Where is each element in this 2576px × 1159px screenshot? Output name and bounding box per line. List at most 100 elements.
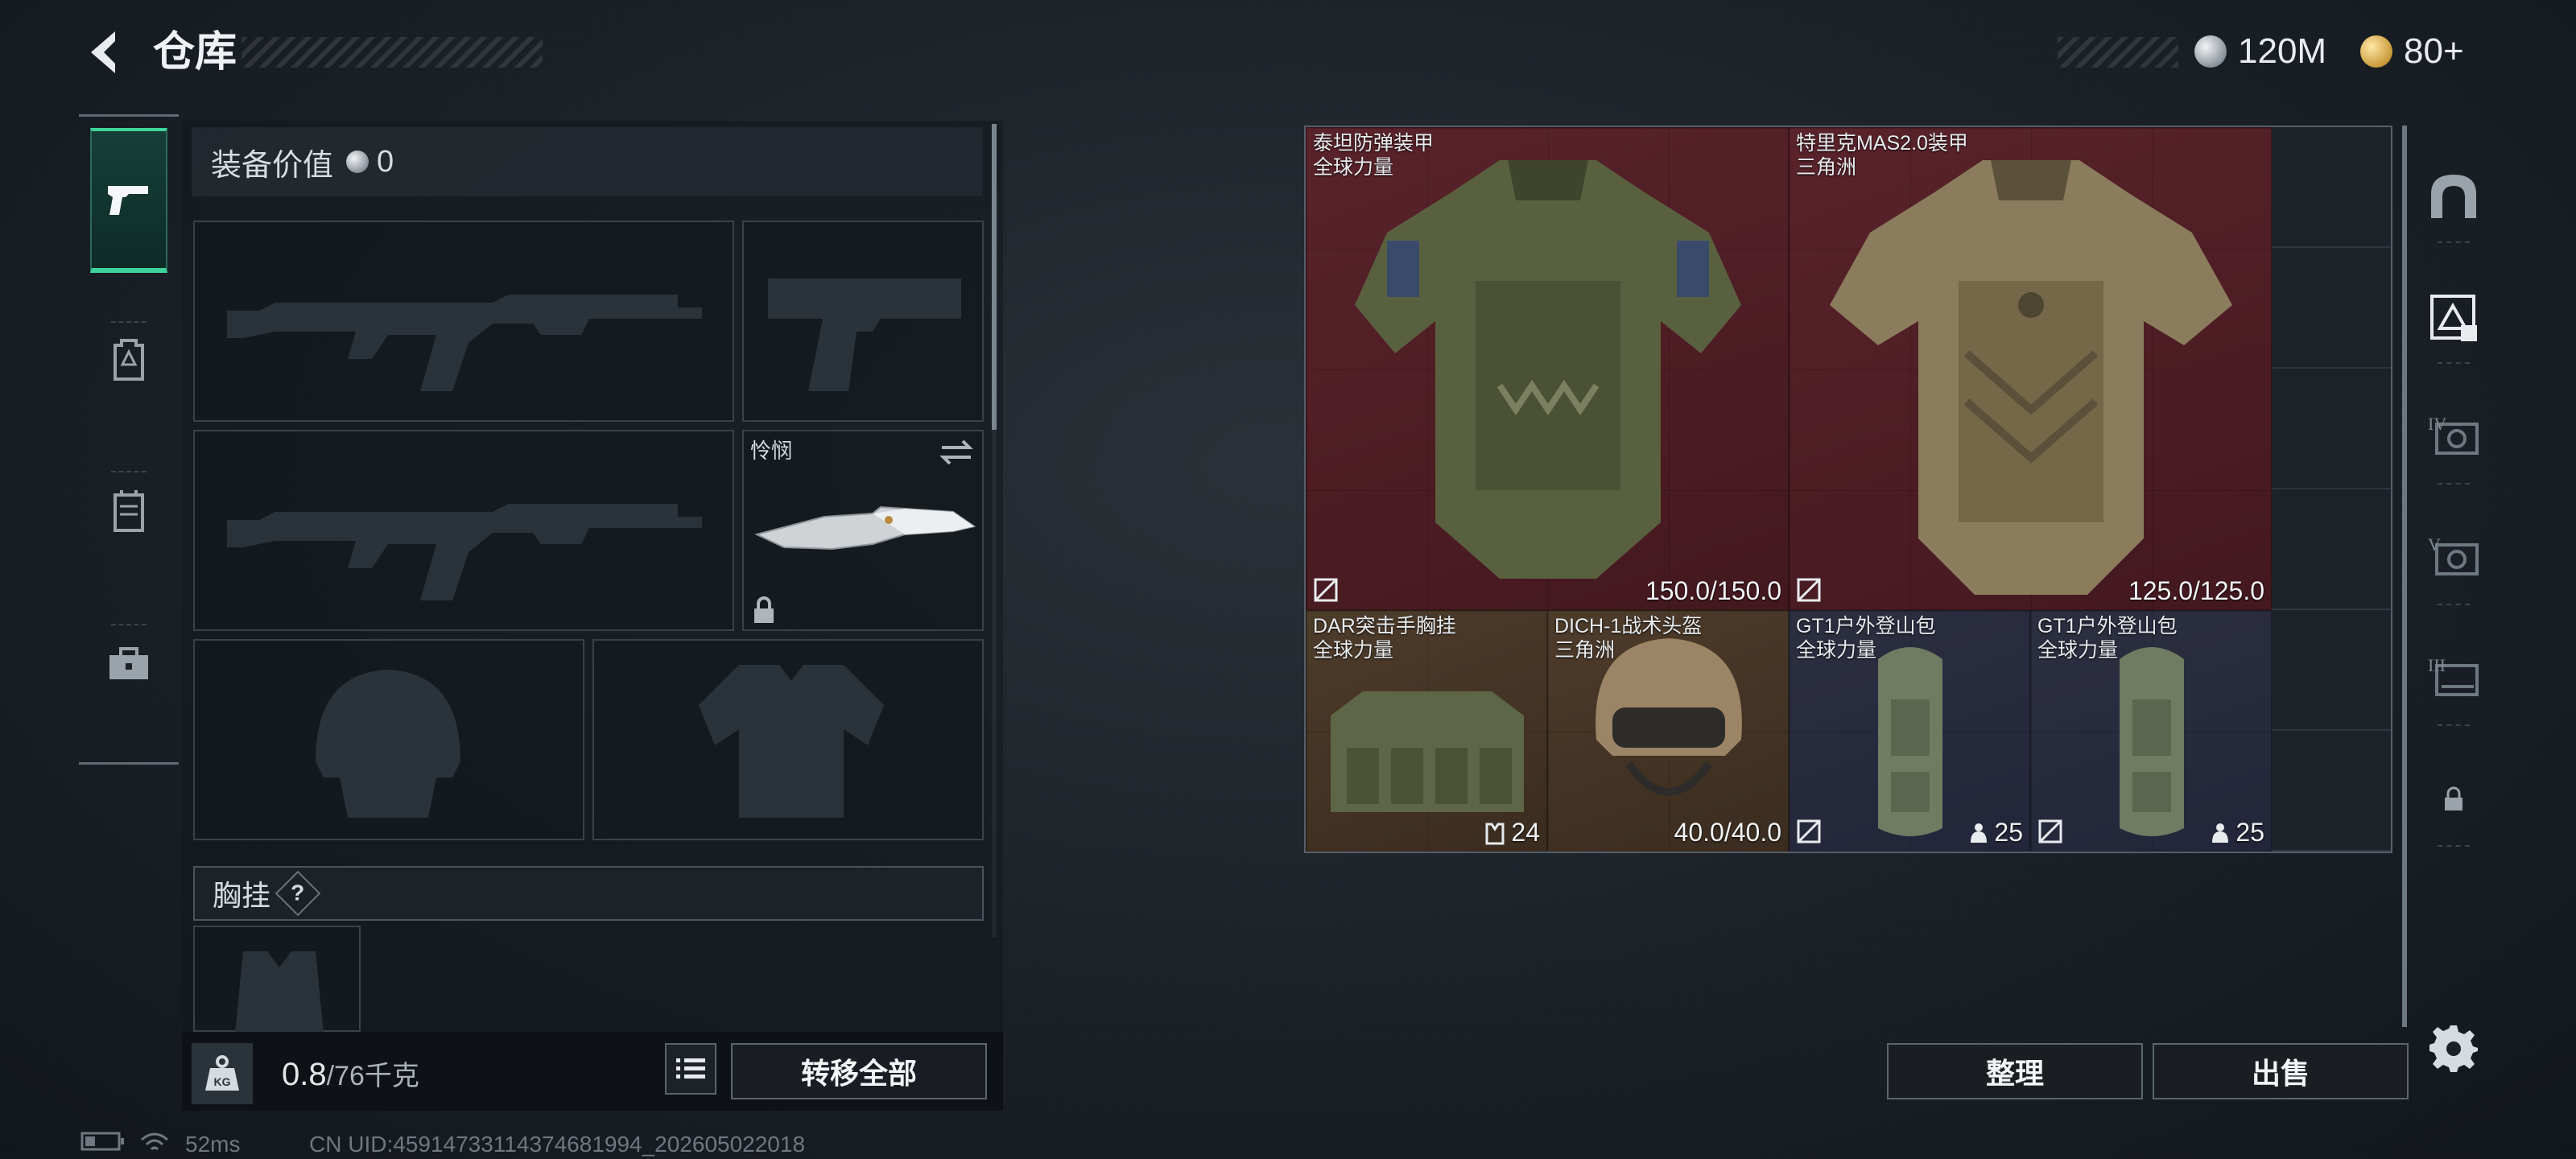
melee-slot[interactable]: 怜悯 — [742, 430, 984, 631]
stash-item-titan-armor[interactable]: 泰坦防弹装甲 全球力量 150.0/150.0 — [1306, 127, 1789, 610]
lock-icon — [754, 596, 774, 623]
title-decoration — [242, 37, 543, 68]
armor-vault-icon — [2431, 175, 2476, 218]
loadout-tab-rail — [79, 114, 179, 765]
backpack-icon — [1878, 647, 1942, 836]
transfer-all-button[interactable]: 转移全部 — [731, 1043, 987, 1099]
wifi-indicator — [138, 1130, 171, 1159]
stash-scrollbar[interactable] — [2402, 126, 2407, 1027]
bag-capacity-icon — [1971, 823, 1988, 843]
battery-indicator — [80, 1130, 126, 1159]
weight-max: /76千克 — [326, 1061, 419, 1091]
page-title: 仓库 — [153, 29, 237, 76]
backpack-icon — [2120, 647, 2184, 836]
item-durability: 150.0/150.0 — [1645, 576, 1781, 605]
equipment-scrollbar[interactable] — [992, 124, 997, 937]
stash-grid: 泰坦防弹装甲 全球力量 150.0/150.0 特里克MAS2.0装甲 三角洲 12… — [1304, 126, 2392, 853]
gold-amount: 80+ — [2404, 31, 2464, 71]
battery-icon — [80, 1132, 124, 1151]
stash-tab-tier-3[interactable]: III — [2415, 618, 2492, 739]
tab-chest-rig[interactable] — [90, 439, 167, 584]
silver-amount: 120M — [2238, 31, 2327, 71]
primary-weapon-slot[interactable] — [193, 221, 734, 422]
chest-rig-section-title: 胸挂 ? — [193, 866, 984, 921]
stash-tab-rail: IV V III — [2415, 121, 2492, 1054]
helmet-slot[interactable] — [193, 639, 584, 840]
item-name: 特里克MAS2.0装甲 三角洲 — [1796, 132, 1968, 179]
stash-tab-tier-4[interactable]: IV — [2415, 377, 2492, 497]
no-insure-icon — [1314, 578, 1338, 602]
rifle-silhouette-icon — [227, 295, 702, 391]
vest-capacity-icon — [1485, 823, 1505, 844]
chest-rig-slot[interactable] — [193, 926, 361, 1033]
weight-readout: 0.8/76千克 — [282, 1046, 419, 1103]
tab-weapons[interactable] — [90, 128, 167, 273]
stash-tab-locked[interactable] — [2415, 739, 2492, 860]
no-insure-icon — [2038, 819, 2062, 843]
help-icon[interactable]: ? — [275, 870, 321, 917]
tab-case[interactable] — [90, 592, 167, 736]
back-button[interactable] — [77, 24, 129, 80]
item-name: DICH-1战术头盔 三角洲 — [1554, 615, 1703, 662]
user-uid: CN UID:459147331143746819​94_20260502201… — [309, 1132, 806, 1157]
pistol-icon — [108, 186, 148, 215]
bag-capacity-icon — [2212, 823, 2229, 843]
item-name: GT1户外登山包 全球力量 — [1796, 615, 1936, 662]
ping-readout: 52ms — [185, 1132, 241, 1157]
swap-icon[interactable] — [939, 438, 974, 467]
armor-slot[interactable] — [592, 639, 984, 840]
stash-tab-main[interactable] — [2415, 135, 2492, 256]
sort-button[interactable]: 整理 — [1887, 1043, 2143, 1099]
backpack-icon — [114, 339, 144, 381]
weight-icon: KG — [192, 1043, 253, 1104]
tab-backpack[interactable] — [90, 287, 167, 432]
stash-tab-warning[interactable] — [2415, 256, 2492, 377]
equipment-value-label: 装备价值 — [211, 148, 334, 183]
weight-current: 0.8 — [282, 1057, 327, 1092]
armor-vest-icon — [1830, 160, 2232, 595]
item-capacity: 25 — [2210, 818, 2264, 848]
stash-item-gt1-backpack[interactable]: GT1户外登山包 全球力量 25 — [1789, 610, 2030, 852]
silver-coin-icon — [2194, 35, 2227, 68]
armor-silhouette-icon — [699, 665, 884, 818]
item-name: GT1户外登山包 全球力量 — [2037, 615, 2178, 662]
equipment-value: 0 — [377, 144, 394, 179]
equipment-value-bar: 装备价值 0 — [192, 127, 982, 196]
sell-button[interactable]: 出售 — [2153, 1043, 2409, 1099]
item-capacity: 24 — [1484, 818, 1540, 848]
knife-icon — [754, 505, 976, 551]
gold-currency[interactable]: 80+ — [2360, 29, 2464, 74]
rifle-silhouette-icon — [227, 504, 702, 600]
briefcase-icon — [109, 647, 148, 679]
chest-rig-title: 胸挂 — [213, 879, 271, 912]
warning-box-icon — [2430, 295, 2477, 341]
stash-item-gt1-backpack[interactable]: GT1户外登山包 全球力量 25 — [2030, 610, 2272, 852]
item-name: 泰坦防弹装甲 全球力量 — [1313, 132, 1435, 179]
list-icon — [676, 1058, 705, 1079]
stash-item-trek-armor[interactable]: 特里克MAS2.0装甲 三角洲 125.0/125.0 — [1789, 127, 2272, 610]
currency-decoration — [2058, 37, 2178, 68]
list-view-button[interactable] — [665, 1043, 716, 1095]
stash-tab-tier-5[interactable]: V — [2415, 497, 2492, 618]
item-durability: 40.0/40.0 — [1674, 818, 1781, 847]
no-insure-icon — [1797, 819, 1821, 843]
stash-item-dar-chest-rig[interactable]: DAR突击手胸挂 全球力量 24 — [1306, 610, 1547, 852]
silver-currency[interactable]: 120M — [2194, 29, 2326, 74]
wifi-icon — [141, 1132, 168, 1151]
item-durability: 125.0/125.0 — [2128, 576, 2264, 605]
silver-coin-icon — [346, 151, 369, 173]
sidearm-slot[interactable] — [742, 221, 984, 422]
armor-vest-icon — [1355, 160, 1741, 579]
item-name: DAR突击手胸挂 全球力量 — [1313, 615, 1456, 662]
melee-name: 怜悯 — [750, 439, 793, 463]
lock-icon — [2445, 786, 2462, 810]
settings-button[interactable] — [2426, 1021, 2481, 1075]
item-capacity: 25 — [1968, 818, 2023, 848]
no-insure-icon — [1797, 578, 1821, 602]
stash-item-dich-helmet[interactable]: DICH-1战术头盔 三角洲 40.0/40.0 — [1547, 610, 1789, 852]
helmet-silhouette-icon — [316, 670, 460, 818]
pistol-silhouette-icon — [768, 278, 961, 391]
chest-rig-icon — [114, 490, 144, 532]
secondary-weapon-slot[interactable] — [193, 430, 734, 631]
gear-icon — [2429, 1025, 2478, 1072]
